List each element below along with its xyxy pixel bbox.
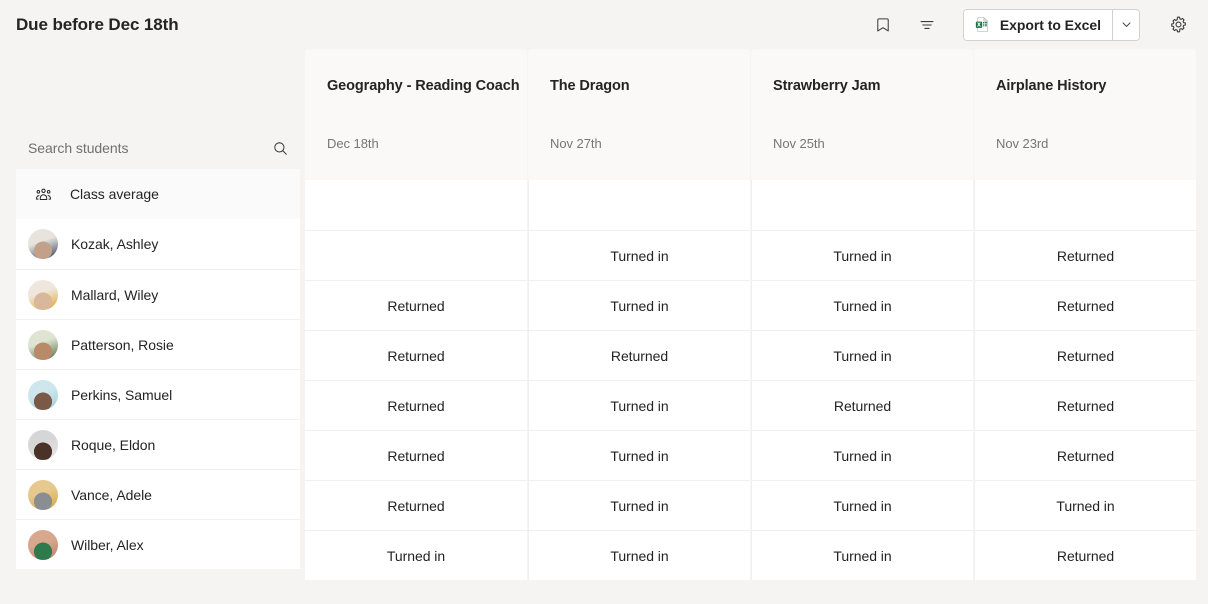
bookmark-icon[interactable] [867,9,899,41]
status-cell[interactable]: Returned [528,330,750,380]
student-name: Wilber, Alex [71,537,144,553]
status-cell[interactable]: Returned [305,480,527,530]
status-cell[interactable]: Turned in [305,530,527,580]
assignment-grid: Geography - Reading Coach Dec 18th Returne… [305,49,1196,590]
assignment-column: Airplane HistoryNov 23rdReturnedReturned… [974,49,1196,590]
avatar [28,280,58,310]
export-to-excel-label: Export to Excel [1000,17,1101,33]
student-name: Mallard, Wiley [71,287,158,303]
status-cell[interactable]: Turned in [751,230,973,280]
assignment-column: Geography - Reading Coach Dec 18th Returne… [305,49,527,590]
class-average-label: Class average [70,186,159,202]
svg-text:X: X [977,22,981,28]
status-cell[interactable]: Returned [751,380,973,430]
student-name: Perkins, Samuel [71,387,172,403]
top-toolbar: Due before Dec 18th X [0,0,1208,49]
assignment-title: Strawberry Jam [773,77,973,96]
avatar [28,480,58,510]
status-cell[interactable]: Turned in [528,430,750,480]
status-cell[interactable]: Returned [974,330,1196,380]
student-row[interactable]: Vance, Adele [16,469,300,519]
status-cell[interactable]: Turned in [528,230,750,280]
gear-icon[interactable] [1162,9,1194,41]
status-cell[interactable]: Returned [305,280,527,330]
export-to-excel-split-button[interactable]: X Export to Excel [963,9,1140,41]
assignment-due-date: Nov 27th [550,136,602,151]
status-cell[interactable]: Returned [974,530,1196,580]
filter-icon[interactable] [911,9,943,41]
student-row[interactable]: Roque, Eldon [16,419,300,469]
status-cell[interactable]: Turned in [528,480,750,530]
student-row[interactable]: Mallard, Wiley [16,269,300,319]
avatar [28,430,58,460]
status-cell[interactable]: Turned in [528,530,750,580]
class-average-cell[interactable] [305,180,527,230]
assignment-title: Geography - Reading Coach [327,77,527,96]
student-row[interactable]: Kozak, Ashley [16,219,300,269]
status-cell[interactable]: Returned [974,380,1196,430]
export-to-excel-button[interactable]: X Export to Excel [964,10,1112,40]
page-title: Due before Dec 18th [16,14,178,36]
student-row[interactable]: Wilber, Alex [16,519,300,569]
search-icon[interactable] [268,136,292,160]
toolbar-actions: X Export to Excel [867,9,1194,41]
student-row[interactable]: Patterson, Rosie [16,319,300,369]
status-cell[interactable]: Turned in [974,480,1196,530]
student-rows: Kozak, Ashley Mallard, Wiley Patterson, Ro… [16,219,300,569]
avatar [28,330,58,360]
student-name: Patterson, Rosie [71,337,174,353]
assignment-header[interactable]: Geography - Reading Coach Dec 18th [305,49,527,180]
student-list-panel: Class average Kozak, Ashley Mallard, Wile… [16,49,300,590]
status-cell[interactable]: Returned [974,230,1196,280]
status-cell[interactable]: Turned in [528,280,750,330]
assignment-due-date: Nov 25th [773,136,825,151]
status-cell[interactable]: Turned in [751,480,973,530]
excel-icon: X [974,16,991,33]
status-cell[interactable]: Turned in [528,380,750,430]
status-cell[interactable]: Returned [974,280,1196,330]
people-group-icon [33,184,53,204]
avatar [28,530,58,560]
status-cell[interactable]: Turned in [751,430,973,480]
chevron-down-icon[interactable] [1112,10,1139,40]
class-average-cell[interactable] [528,180,750,230]
status-cell[interactable]: Turned in [751,280,973,330]
student-row[interactable]: Perkins, Samuel [16,369,300,419]
assignment-due-date: Dec 18th [327,136,379,151]
student-name: Vance, Adele [71,487,152,503]
assignment-header[interactable]: The Dragon Nov 27th [528,49,750,180]
status-cell[interactable] [305,230,527,280]
class-average-cell[interactable] [751,180,973,230]
assignment-column: The DragonNov 27thTurned inTurned inRetu… [528,49,750,590]
assignment-title: Airplane History [996,77,1196,96]
status-cell[interactable]: Returned [974,430,1196,480]
student-name: Kozak, Ashley [71,236,158,252]
search-input[interactable] [28,140,268,156]
assignment-due-date: Nov 23rd [996,136,1048,151]
search-students-row [16,49,300,169]
search-students-field[interactable] [28,136,294,160]
status-cell[interactable]: Turned in [751,530,973,580]
status-cell[interactable]: Returned [305,330,527,380]
student-name: Roque, Eldon [71,437,155,453]
assignment-header[interactable]: Strawberry Jam Nov 25th [751,49,973,180]
class-average-cell[interactable] [974,180,1196,230]
status-cell[interactable]: Returned [305,430,527,480]
avatar [28,229,58,259]
assignment-header[interactable]: Airplane History Nov 23rd [974,49,1196,180]
status-cell[interactable]: Turned in [751,330,973,380]
status-cell[interactable]: Returned [305,380,527,430]
class-average-row[interactable]: Class average [16,169,300,219]
assignment-column: Strawberry JamNov 25thTurned inTurned in… [751,49,973,590]
avatar [28,380,58,410]
assignment-title: The Dragon [550,77,750,96]
